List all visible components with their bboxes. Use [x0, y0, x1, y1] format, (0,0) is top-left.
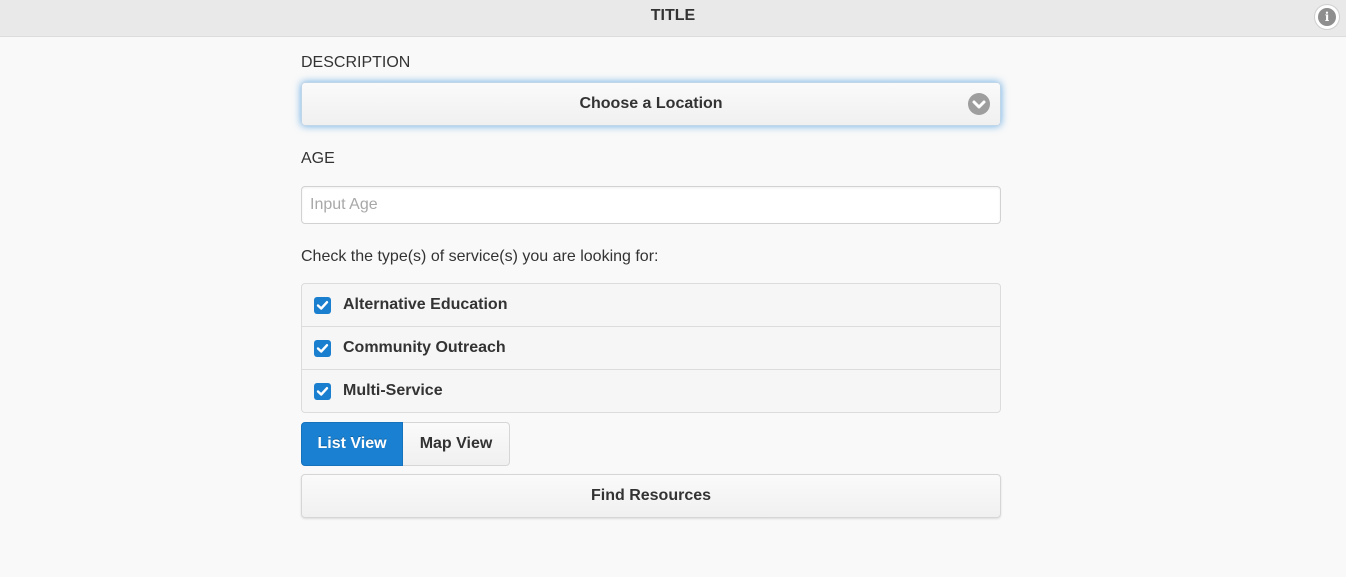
service-item-community-outreach[interactable]: Community Outreach — [302, 327, 1000, 370]
checkbox-checked-icon[interactable] — [314, 383, 331, 400]
service-label: Alternative Education — [343, 296, 508, 313]
service-item-multi-service[interactable]: Multi-Service — [302, 370, 1000, 412]
service-label: Multi-Service — [343, 382, 443, 399]
age-input[interactable] — [301, 186, 1001, 224]
header-bar: TITLE i — [0, 0, 1346, 37]
description-label: DESCRIPTION — [301, 54, 411, 71]
list-view-button[interactable]: List View — [301, 422, 403, 466]
service-label: Community Outreach — [343, 339, 506, 356]
location-select-value: Choose a Location — [579, 95, 723, 112]
services-prompt: Check the type(s) of service(s) you are … — [301, 248, 659, 265]
service-item-alternative-education[interactable]: Alternative Education — [302, 284, 1000, 327]
info-button[interactable]: i — [1314, 4, 1340, 30]
info-icon: i — [1318, 8, 1336, 26]
services-checklist: Alternative Education Community Outreach… — [301, 283, 1001, 413]
map-view-button[interactable]: Map View — [403, 422, 510, 466]
checkbox-checked-icon[interactable] — [314, 340, 331, 357]
find-resources-button[interactable]: Find Resources — [301, 474, 1001, 518]
age-label: AGE — [301, 150, 335, 167]
checkbox-checked-icon[interactable] — [314, 297, 331, 314]
location-select[interactable]: Choose a Location — [301, 82, 1001, 126]
page-title: TITLE — [650, 7, 696, 24]
chevron-down-icon — [968, 93, 990, 115]
